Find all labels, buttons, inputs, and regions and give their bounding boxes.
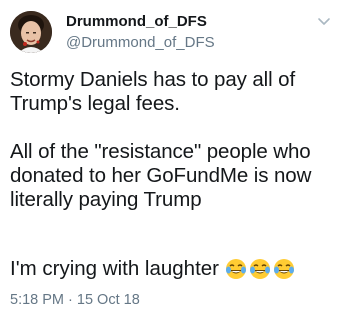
tears-of-joy-emoji-icon xyxy=(225,258,247,280)
tears-of-joy-emoji-icon xyxy=(249,258,271,280)
avatar-image xyxy=(10,11,52,53)
tweet-paragraph-3: I'm crying with laughter xyxy=(10,257,295,281)
tweet-text: Stormy Daniels has to pay all of Trump's… xyxy=(10,68,336,212)
tweet-card: Drummond_of_DFS @Drummond_of_DFS Stormy … xyxy=(0,0,340,318)
display-name[interactable]: Drummond_of_DFS xyxy=(66,13,207,31)
tweet-timestamp[interactable]: 5:18 PM · 15 Oct 18 xyxy=(10,291,140,309)
user-handle[interactable]: @Drummond_of_DFS xyxy=(66,34,215,52)
tweet-paragraph-3-text: I'm crying with laughter xyxy=(10,257,219,280)
chevron-down-icon[interactable] xyxy=(317,14,331,25)
tweet-paragraph-2: All of the "resistance" people who donat… xyxy=(10,140,312,211)
avatar[interactable] xyxy=(10,11,52,53)
tweet-paragraph-1: Stormy Daniels has to pay all of Trump's… xyxy=(10,68,296,115)
tears-of-joy-emoji-icon xyxy=(273,258,295,280)
